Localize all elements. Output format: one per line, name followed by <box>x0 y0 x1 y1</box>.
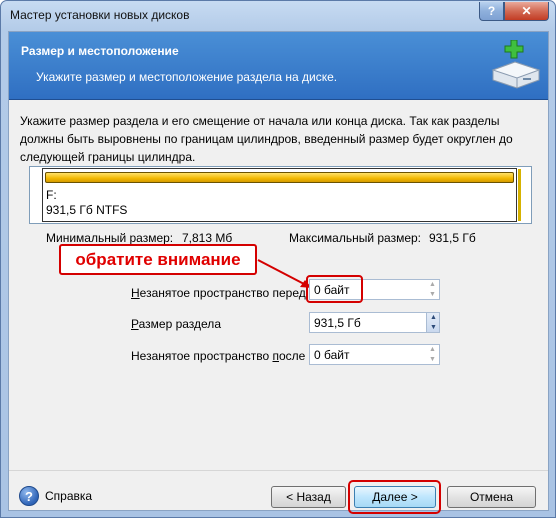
max-size-value: 931,5 Гб <box>429 231 476 245</box>
space-before-label-post: езанятое пространство перед <box>139 286 306 300</box>
spin-up-icon[interactable]: ▲ <box>426 280 439 289</box>
help-icon[interactable]: ? <box>19 486 39 506</box>
space-before-label: Незанятое пространство перед <box>131 286 306 300</box>
spin-down-icon[interactable]: ▼ <box>427 323 440 332</box>
partition-size-spinner[interactable]: ▲ ▼ <box>426 313 439 332</box>
partition-usage-bar <box>45 172 514 183</box>
partition-resize-handle[interactable] <box>518 169 521 221</box>
partition-size-label-accel: Р <box>131 317 139 331</box>
min-size-value: 7,813 Мб <box>182 231 233 245</box>
annotation-callout: обратите внимание <box>59 244 257 275</box>
close-button[interactable]: ✕ <box>504 2 549 21</box>
wizard-client: Размер и местоположение Укажите размер и… <box>8 31 549 514</box>
back-button[interactable]: < Назад <box>271 486 346 508</box>
help-title-button[interactable]: ? <box>479 2 504 21</box>
space-after-label-post: осле <box>278 349 306 363</box>
cancel-button[interactable]: Отмена <box>447 486 536 508</box>
partition-size-input[interactable]: 931,5 Гб ▲ ▼ <box>309 312 440 333</box>
spin-up-icon[interactable]: ▲ <box>426 345 439 354</box>
wizard-window: Мастер установки новых дисков ? ✕ Размер… <box>0 0 556 518</box>
space-before-label-accel: Н <box>131 286 140 300</box>
space-after-input[interactable]: 0 байт ▲ ▼ <box>309 344 440 365</box>
instructions-text: Укажите размер раздела и его смещение от… <box>20 114 513 164</box>
space-after-value: 0 байт <box>314 348 350 362</box>
wizard-header: Размер и местоположение Укажите размер и… <box>9 32 548 100</box>
spin-down-icon[interactable]: ▼ <box>426 355 439 364</box>
next-button[interactable]: Далее > <box>354 486 436 508</box>
partition-block[interactable]: F: 931,5 Гб NTFS <box>42 168 517 222</box>
add-disk-icon <box>491 40 541 89</box>
space-after-spinner[interactable]: ▲ ▼ <box>426 345 439 364</box>
spin-up-icon[interactable]: ▲ <box>427 313 440 322</box>
space-before-spinner[interactable]: ▲ ▼ <box>426 280 439 299</box>
space-after-label-pre: Незанятое пространство <box>131 349 273 363</box>
window-title: Мастер установки новых дисков <box>10 8 190 22</box>
help-link[interactable]: ? Справка <box>19 486 92 506</box>
spin-down-icon[interactable]: ▼ <box>426 290 439 299</box>
partition-info: 931,5 Гб NTFS <box>46 203 128 217</box>
partition-map: F: 931,5 Гб NTFS <box>29 166 532 224</box>
partition-letter: F: <box>46 188 57 202</box>
footer-divider <box>9 470 548 471</box>
annotation-field-highlight <box>306 275 363 303</box>
title-bar: Мастер установки новых дисков ? ✕ <box>1 1 555 31</box>
partition-size-label: Размер раздела <box>131 317 221 331</box>
min-size-label: Минимальный размер: <box>46 231 174 245</box>
partition-size-value: 931,5 Гб <box>314 316 361 330</box>
max-size-label: Максимальный размер: <box>289 231 422 245</box>
help-label[interactable]: Справка <box>45 489 92 503</box>
page-title: Размер и местоположение <box>21 44 179 58</box>
space-after-label: Незанятое пространство после <box>131 349 305 363</box>
partition-size-label-post: азмер раздела <box>138 317 221 331</box>
page-subtitle: Укажите размер и местоположение раздела … <box>36 70 338 84</box>
